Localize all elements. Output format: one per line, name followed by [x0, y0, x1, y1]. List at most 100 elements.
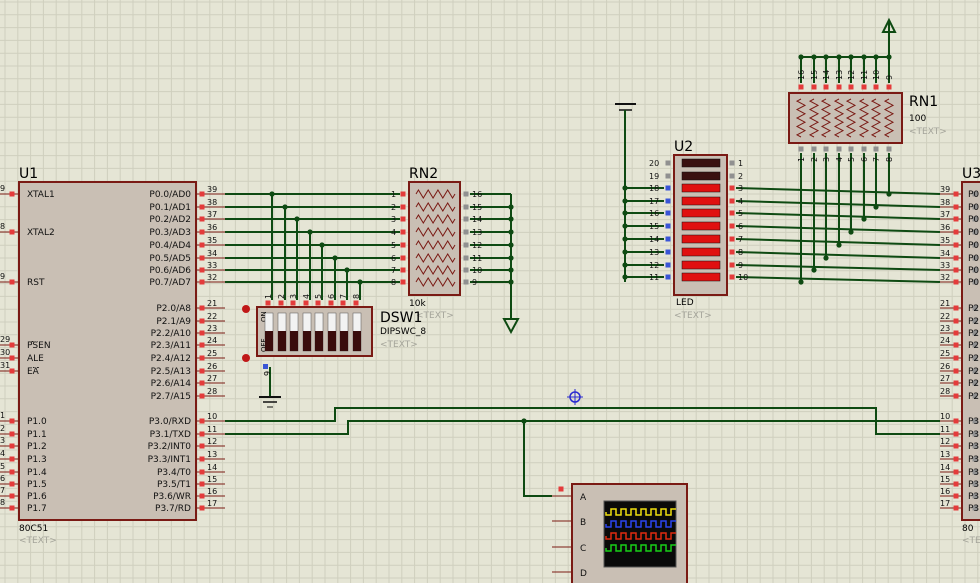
rn1-pin-marker	[848, 146, 854, 152]
u1-pin-marker	[199, 255, 205, 261]
rn2-resistor-network[interactable]: RN2 10k <TEXT> 1 162 153 144 135 126 117 108 9	[391, 166, 482, 321]
rn2-pin-marker	[400, 242, 406, 248]
u1-pin-num: 38	[207, 198, 217, 207]
u2-pin-num: 17	[649, 197, 659, 206]
u3-pin-marker	[953, 342, 959, 348]
u2-pin-marker	[665, 236, 671, 242]
rn2-pin-num: 3	[391, 215, 396, 224]
u1-pin-num: 22	[207, 312, 217, 321]
osc-channel-label: B	[580, 518, 586, 528]
osc-trace	[605, 520, 676, 528]
u1-pin-name: P1.2	[27, 442, 47, 452]
junction-dot	[508, 279, 514, 285]
u3-pin-name: P3	[968, 417, 979, 427]
u2-ref: U2	[674, 139, 693, 155]
dsw1-handle-top[interactable]	[242, 305, 250, 313]
u3-pin-marker	[953, 505, 959, 511]
rn1-pin-num: 15	[810, 70, 819, 80]
u1-pin-num: 9	[0, 184, 5, 193]
u2-led-segment	[681, 158, 721, 168]
rn2-pin-marker	[463, 216, 469, 222]
u1-part: 80C51	[19, 524, 48, 534]
u1-pin-num: 15	[207, 475, 217, 484]
u3-pin-marker	[953, 305, 959, 311]
u1-pin-marker	[199, 191, 205, 197]
rn1-pin-marker	[836, 146, 842, 152]
dsw1-pin-num: 1	[264, 294, 273, 299]
wire	[735, 264, 941, 271]
junction-dot	[508, 204, 514, 210]
u1-pin-name: RST	[27, 278, 45, 288]
u3-pin-num: 13	[940, 450, 950, 459]
u1-pin-marker	[199, 204, 205, 210]
oscilloscope[interactable]: A B C D	[552, 483, 688, 583]
u3-pin-num: 10	[940, 412, 950, 421]
u1-pin-num: 16	[207, 487, 217, 496]
schematic-canvas[interactable]: U1 80C51 <TEXT> 9XTAL18XTAL29RST29PSEN30…	[0, 0, 980, 583]
u1-pin-marker	[199, 481, 205, 487]
u1-pin-num: 28	[207, 387, 217, 396]
u1-pin-name: PSEN	[27, 341, 51, 351]
u2-led-bargraph[interactable]: U2 LED <TEXT> 20 119 218 317 416 515 614 713 812…	[649, 139, 748, 321]
u3-pin-name: P2	[968, 367, 979, 377]
u1-pin-name: P3.7/RD	[155, 504, 191, 514]
ground-symbol-dsw1[interactable]	[259, 374, 281, 408]
dsw1-pin-num: 7	[339, 294, 348, 299]
power-symbol-rn1[interactable]	[881, 17, 897, 58]
junction-dot	[823, 255, 829, 261]
u1-pin-marker	[9, 229, 15, 235]
u3-pin-num: 23	[940, 324, 950, 333]
junction-dot	[861, 54, 867, 60]
u2-pin-num: 8	[738, 248, 743, 257]
rn1-pin-marker	[848, 84, 854, 90]
u3-pin-num: 39	[940, 185, 950, 194]
u1-left-pins: 9 XTAL1 8 XTAL2 9 RST 29 PSEN 30 ALE 31 EA 1 P1.0 2 P1.…	[0, 184, 55, 514]
junction-dot	[508, 267, 514, 273]
u3-pin-num: 24	[940, 336, 950, 345]
rn1-resistor-network[interactable]: RN1 100 <TEXT> 16 1 15 2 14 3 13 4 12 5 11 6 10 7 9 8	[788, 70, 947, 162]
rn2-pin-num: 1	[391, 190, 396, 199]
u3-pin-marker	[953, 493, 959, 499]
junction-dot	[886, 191, 892, 197]
rn1-pin-num: 8	[885, 157, 894, 162]
rn2-pin-num: 14	[472, 215, 482, 224]
dsw1-dip-switch[interactable]: DSW1 DIPSWC_8 <TEXT> ON OFF 9 12345678	[242, 294, 426, 376]
dsw1-handle-bottom[interactable]	[242, 354, 250, 362]
dsw1-part: DIPSWC_8	[380, 327, 426, 337]
u1-pin-name: P1.7	[27, 504, 47, 514]
power-symbol-rn2[interactable]	[502, 318, 520, 335]
u2-led-segment	[681, 247, 721, 257]
u1-pin-marker	[199, 368, 205, 374]
rn1-pin-num: 16	[797, 70, 806, 80]
u3-part: 80	[962, 524, 974, 534]
u3-pin-name: P0	[968, 278, 979, 288]
u1-pin-name: P0.7/AD7	[149, 278, 191, 288]
dsw1-switch-lever	[328, 331, 336, 351]
u3-left-pins: 39 P0 38 P0 37 P0 36 P0 35 P0 34 P0 33 P0 32 P0 21 P2 22 P2…	[940, 185, 979, 514]
u3-pin-marker	[953, 380, 959, 386]
u1-pin-marker	[9, 481, 15, 487]
dsw1-switch-lever	[290, 331, 298, 351]
u1-pin-marker	[199, 267, 205, 273]
rn2-pin-num: 9	[472, 278, 477, 287]
ground-symbol-u2[interactable]	[615, 103, 636, 118]
rn1-pin-marker	[811, 146, 817, 152]
u3-pin-marker	[953, 355, 959, 361]
rn1-pin-num: 12	[847, 70, 856, 80]
u1-pin-num: 11	[207, 425, 217, 434]
rn1-pin-marker	[861, 146, 867, 152]
u3-pin-num: 33	[940, 261, 950, 270]
dsw1-pin-9-marker	[263, 364, 268, 369]
dsw1-pin-num: 4	[302, 294, 311, 299]
rn2-pin-marker	[463, 229, 469, 235]
junction-dot	[319, 242, 325, 248]
u1-microcontroller[interactable]: U1 80C51 <TEXT> 9 XTAL1 8 XTAL2 9 RST 29 PSEN 30…	[0, 166, 225, 546]
rn2-pin-num: 7	[391, 266, 396, 275]
u3-microcontroller[interactable]: U3 80 <TE 39 P0 38 P0 37 P0 36 P0 35 P0 34 P0 33 P0 32…	[940, 166, 980, 546]
rn1-value: 100	[909, 114, 926, 124]
u1-pin-name: P0.6/AD6	[149, 266, 191, 276]
u2-led-segment	[681, 234, 721, 244]
u3-pin-marker	[953, 267, 959, 273]
u2-pin-marker	[729, 160, 735, 166]
u1-pin-num: 9	[0, 272, 5, 281]
